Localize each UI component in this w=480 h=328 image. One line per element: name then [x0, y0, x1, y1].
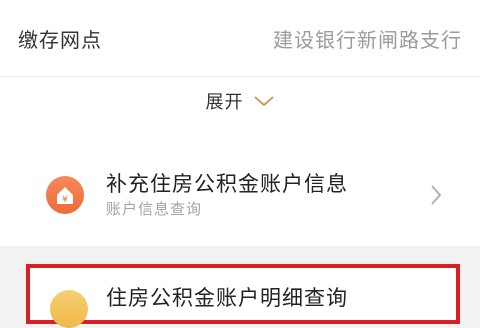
expand-toggle[interactable]: 展开: [0, 78, 480, 124]
yuan-house-icon: ¥: [46, 176, 84, 214]
branch-label: 缴存网点: [18, 28, 102, 52]
svg-text:¥: ¥: [62, 195, 68, 205]
item-title: 住房公积金账户明细查询: [106, 286, 348, 310]
item-title: 补充住房公积金账户信息: [106, 172, 348, 196]
chevron-down-icon: [253, 96, 274, 107]
supplementary-fund-info-item[interactable]: ¥ 补充住房公积金账户信息 账户信息查询: [0, 150, 480, 246]
chevron-right-icon: [431, 185, 442, 205]
fund-account-detail-item[interactable]: 住房公积金账户明细查询: [26, 264, 460, 328]
branch-card: 缴存网点 建设银行新闸路支行 展开: [0, 0, 480, 150]
item-subtitle: 账户信息查询: [106, 200, 203, 218]
branch-row: 缴存网点 建设银行新闸路支行: [0, 0, 480, 77]
branch-value: 建设银行新闸路支行: [273, 28, 462, 52]
expand-label: 展开: [205, 92, 244, 113]
account-detail-icon: [50, 290, 88, 328]
